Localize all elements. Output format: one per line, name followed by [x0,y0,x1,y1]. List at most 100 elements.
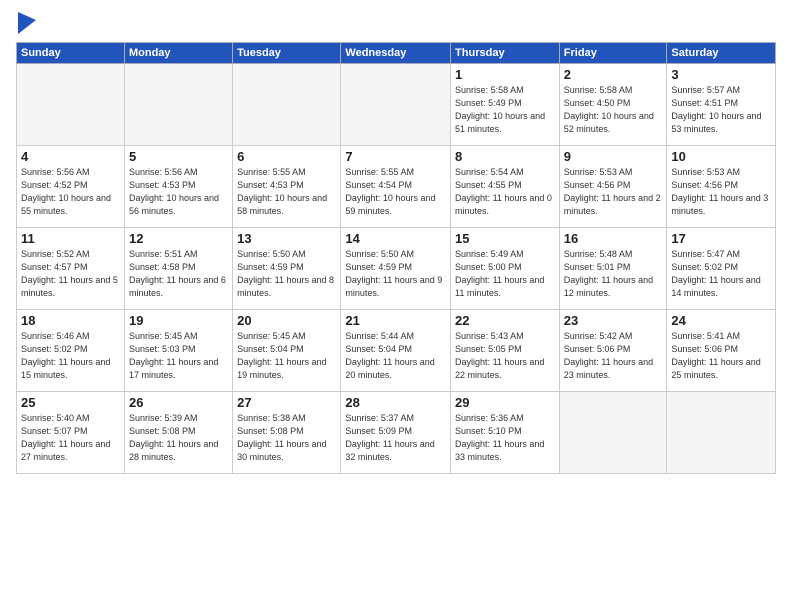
day-number: 9 [564,149,663,164]
weekday-header: Friday [559,43,667,64]
logo [16,12,36,34]
weekday-header: Wednesday [341,43,451,64]
calendar-cell: 28 Sunrise: 5:37 AMSunset: 5:09 PMDayligh… [341,392,451,474]
day-info: Sunrise: 5:41 AMSunset: 5:06 PMDaylight:… [671,330,771,382]
day-number: 6 [237,149,336,164]
weekday-header: Tuesday [233,43,341,64]
calendar-cell: 24 Sunrise: 5:41 AMSunset: 5:06 PMDayligh… [667,310,776,392]
day-info: Sunrise: 5:50 AMSunset: 4:59 PMDaylight:… [237,248,336,300]
day-number: 21 [345,313,446,328]
day-info: Sunrise: 5:55 AMSunset: 4:54 PMDaylight:… [345,166,446,218]
calendar-cell: 4 Sunrise: 5:56 AMSunset: 4:52 PMDaylight… [17,146,125,228]
day-info: Sunrise: 5:50 AMSunset: 4:59 PMDaylight:… [345,248,446,300]
day-number: 2 [564,67,663,82]
calendar-cell: 23 Sunrise: 5:42 AMSunset: 5:06 PMDayligh… [559,310,667,392]
calendar-cell: 14 Sunrise: 5:50 AMSunset: 4:59 PMDayligh… [341,228,451,310]
day-info: Sunrise: 5:46 AMSunset: 5:02 PMDaylight:… [21,330,120,382]
day-info: Sunrise: 5:37 AMSunset: 5:09 PMDaylight:… [345,412,446,464]
day-info: Sunrise: 5:51 AMSunset: 4:58 PMDaylight:… [129,248,228,300]
weekday-header: Monday [124,43,232,64]
calendar-cell [124,64,232,146]
day-number: 28 [345,395,446,410]
day-number: 20 [237,313,336,328]
calendar-cell: 17 Sunrise: 5:47 AMSunset: 5:02 PMDayligh… [667,228,776,310]
day-number: 11 [21,231,120,246]
calendar-cell: 8 Sunrise: 5:54 AMSunset: 4:55 PMDaylight… [451,146,560,228]
day-info: Sunrise: 5:40 AMSunset: 5:07 PMDaylight:… [21,412,120,464]
calendar-body: 1 Sunrise: 5:58 AMSunset: 5:49 PMDaylight… [17,64,776,474]
day-number: 17 [671,231,771,246]
calendar-cell: 10 Sunrise: 5:53 AMSunset: 4:56 PMDayligh… [667,146,776,228]
calendar-cell: 25 Sunrise: 5:40 AMSunset: 5:07 PMDayligh… [17,392,125,474]
calendar-cell: 9 Sunrise: 5:53 AMSunset: 4:56 PMDaylight… [559,146,667,228]
day-info: Sunrise: 5:53 AMSunset: 4:56 PMDaylight:… [671,166,771,218]
day-info: Sunrise: 5:44 AMSunset: 5:04 PMDaylight:… [345,330,446,382]
calendar-cell: 1 Sunrise: 5:58 AMSunset: 5:49 PMDaylight… [451,64,560,146]
calendar-cell: 27Sunrise: 5:38 AMSunset: 5:08 PMDayligh… [233,392,341,474]
logo-icon [18,12,36,34]
day-number: 24 [671,313,771,328]
day-number: 16 [564,231,663,246]
day-info: Sunrise: 5:39 AMSunset: 5:08 PMDaylight:… [129,412,228,464]
calendar-header-row: SundayMondayTuesdayWednesdayThursdayFrid… [17,43,776,64]
calendar-cell: 7Sunrise: 5:55 AMSunset: 4:54 PMDaylight… [341,146,451,228]
day-info: Sunrise: 5:45 AMSunset: 5:03 PMDaylight:… [129,330,228,382]
day-info: Sunrise: 5:43 AMSunset: 5:05 PMDaylight:… [455,330,555,382]
calendar-cell [341,64,451,146]
calendar-cell [17,64,125,146]
calendar-cell: 12 Sunrise: 5:51 AMSunset: 4:58 PMDayligh… [124,228,232,310]
day-number: 13 [237,231,336,246]
day-number: 8 [455,149,555,164]
calendar-cell [559,392,667,474]
calendar-cell: 6 Sunrise: 5:55 AMSunset: 4:53 PMDaylight… [233,146,341,228]
day-number: 18 [21,313,120,328]
day-number: 1 [455,67,555,82]
day-number: 15 [455,231,555,246]
day-number: 10 [671,149,771,164]
calendar-table: SundayMondayTuesdayWednesdayThursdayFrid… [16,42,776,474]
weekday-header: Saturday [667,43,776,64]
day-number: 19 [129,313,228,328]
day-info: Sunrise: 5:58 AMSunset: 5:49 PMDaylight:… [455,84,555,136]
calendar-cell: 3Sunrise: 5:57 AMSunset: 4:51 PMDaylight… [667,64,776,146]
calendar-cell: 21 Sunrise: 5:44 AMSunset: 5:04 PMDayligh… [341,310,451,392]
calendar-cell: 26 Sunrise: 5:39 AMSunset: 5:08 PMDayligh… [124,392,232,474]
calendar-cell: 19 Sunrise: 5:45 AMSunset: 5:03 PMDayligh… [124,310,232,392]
calendar-cell [667,392,776,474]
calendar-week-row: 11Sunrise: 5:52 AMSunset: 4:57 PMDayligh… [17,228,776,310]
day-info: Sunrise: 5:48 AMSunset: 5:01 PMDaylight:… [564,248,663,300]
weekday-header: Thursday [451,43,560,64]
day-info: Sunrise: 5:47 AMSunset: 5:02 PMDaylight:… [671,248,771,300]
day-number: 26 [129,395,228,410]
day-number: 12 [129,231,228,246]
weekday-header: Sunday [17,43,125,64]
page: SundayMondayTuesdayWednesdayThursdayFrid… [0,0,792,612]
day-info: Sunrise: 5:49 AMSunset: 5:00 PMDaylight:… [455,248,555,300]
day-number: 25 [21,395,120,410]
day-number: 4 [21,149,120,164]
day-number: 23 [564,313,663,328]
calendar-cell: 22Sunrise: 5:43 AMSunset: 5:05 PMDayligh… [451,310,560,392]
day-info: Sunrise: 5:54 AMSunset: 4:55 PMDaylight:… [455,166,555,218]
header [16,12,776,34]
day-info: Sunrise: 5:55 AMSunset: 4:53 PMDaylight:… [237,166,336,218]
calendar-week-row: 1 Sunrise: 5:58 AMSunset: 5:49 PMDaylight… [17,64,776,146]
day-info: Sunrise: 5:58 AMSunset: 4:50 PMDaylight:… [564,84,663,136]
calendar-cell: 18 Sunrise: 5:46 AMSunset: 5:02 PMDayligh… [17,310,125,392]
calendar-cell: 13 Sunrise: 5:50 AMSunset: 4:59 PMDayligh… [233,228,341,310]
calendar-week-row: 18 Sunrise: 5:46 AMSunset: 5:02 PMDayligh… [17,310,776,392]
calendar-cell: 2 Sunrise: 5:58 AMSunset: 4:50 PMDaylight… [559,64,667,146]
day-number: 3 [671,67,771,82]
calendar-cell: 29Sunrise: 5:36 AMSunset: 5:10 PMDayligh… [451,392,560,474]
day-info: Sunrise: 5:42 AMSunset: 5:06 PMDaylight:… [564,330,663,382]
calendar-cell [233,64,341,146]
calendar-cell: 11Sunrise: 5:52 AMSunset: 4:57 PMDayligh… [17,228,125,310]
day-number: 14 [345,231,446,246]
day-info: Sunrise: 5:38 AMSunset: 5:08 PMDaylight:… [237,412,336,464]
calendar-week-row: 4 Sunrise: 5:56 AMSunset: 4:52 PMDaylight… [17,146,776,228]
day-info: Sunrise: 5:53 AMSunset: 4:56 PMDaylight:… [564,166,663,218]
day-info: Sunrise: 5:56 AMSunset: 4:52 PMDaylight:… [21,166,120,218]
calendar-cell: 20Sunrise: 5:45 AMSunset: 5:04 PMDayligh… [233,310,341,392]
day-info: Sunrise: 5:36 AMSunset: 5:10 PMDaylight:… [455,412,555,464]
calendar-cell: 15 Sunrise: 5:49 AMSunset: 5:00 PMDayligh… [451,228,560,310]
